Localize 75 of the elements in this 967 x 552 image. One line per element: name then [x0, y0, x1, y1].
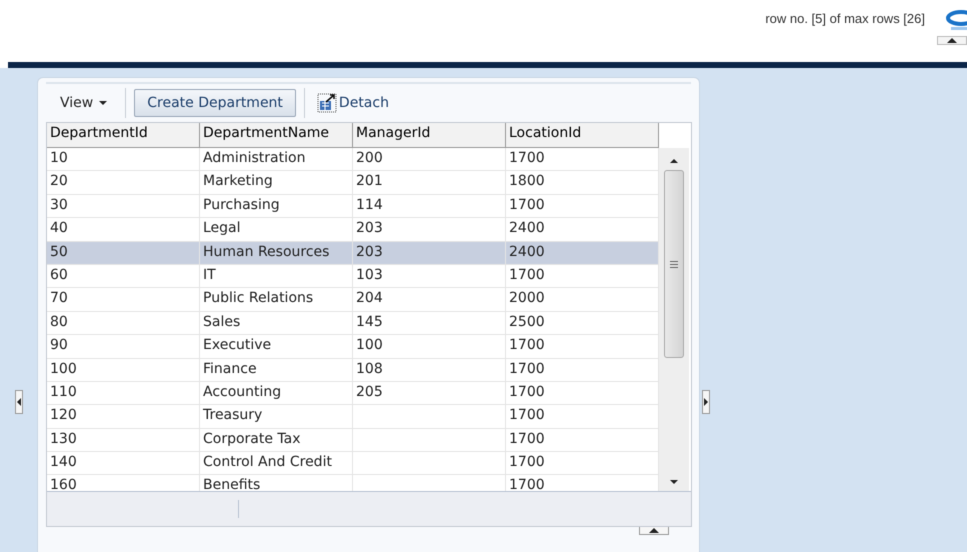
table-row[interactable]: 60 IT 103 1700 — [47, 264, 659, 288]
table-cell: Control And Credit — [200, 452, 353, 474]
table-cell: 203 — [353, 218, 506, 241]
table-cell: 30 — [47, 194, 200, 218]
table-cell: 90 — [47, 335, 200, 358]
table-cell: 103 — [353, 264, 506, 288]
row-status: row no. [5] of max rows [26] — [765, 11, 925, 26]
left-arrow-icon — [16, 398, 20, 406]
table-cell: 205 — [353, 382, 506, 404]
collapse-right-button[interactable] — [702, 390, 710, 414]
table-cell: Treasury — [200, 405, 353, 428]
table-cell: 40 — [47, 218, 200, 241]
table-row[interactable]: 80 Sales 145 2500 — [47, 312, 659, 336]
table-cell: 120 — [47, 405, 200, 428]
table-cell: 204 — [353, 288, 506, 311]
table-row[interactable]: 100 Finance 108 1700 — [47, 358, 659, 382]
collapse-left-button[interactable] — [14, 390, 22, 414]
table-cell: Administration — [200, 148, 353, 170]
table-cell: 80 — [47, 312, 200, 334]
table-row[interactable]: 30 Purchasing 114 1700 — [47, 194, 659, 218]
view-menu[interactable]: View — [50, 91, 118, 115]
caret-icon — [99, 101, 108, 105]
table-cell: 50 — [47, 242, 200, 264]
table-cell: 70 — [47, 288, 200, 311]
table-cell: 203 — [353, 242, 506, 264]
scrollbar-thumb[interactable] — [664, 170, 684, 358]
up-arrow-icon — [649, 528, 659, 533]
table-cell: Corporate Tax — [200, 428, 353, 452]
detach-icon — [316, 93, 337, 113]
table-row[interactable]: 120 Treasury 1700 — [47, 405, 659, 429]
table-row[interactable]: 130 Corporate Tax 1700 — [47, 428, 659, 452]
table-row[interactable]: 140 Control And Credit 1700 — [47, 452, 659, 476]
table-cell: 110 — [47, 382, 200, 404]
collapse-button[interactable] — [937, 36, 967, 45]
table-cell: 20 — [47, 171, 200, 194]
table-cell: Marketing — [200, 171, 353, 194]
table-cell: Purchasing — [200, 194, 353, 218]
table-cell: Executive — [200, 335, 353, 358]
table-cell: 200 — [353, 148, 506, 170]
detach-button[interactable]: Detach — [312, 93, 393, 113]
table-row[interactable]: 10 Administration 200 1700 — [47, 148, 659, 172]
table-row[interactable]: 50 Human Resources 203 2400 — [47, 242, 659, 265]
right-arrow-icon — [704, 398, 708, 406]
table-row[interactable]: 90 Executive 100 1700 — [47, 335, 659, 359]
table-cell: 10 — [47, 148, 200, 170]
table-row[interactable]: 20 Marketing 201 1800 — [47, 171, 659, 195]
table-cell: 140 — [47, 452, 200, 474]
table-row[interactable]: 110 Accounting 205 1700 — [47, 382, 659, 406]
table-cell: Legal — [200, 218, 353, 241]
up-arrow-icon — [947, 38, 957, 43]
grip-icon — [670, 260, 678, 268]
scroll-up-icon — [670, 159, 678, 163]
scroll-down-icon — [670, 480, 678, 484]
table-row[interactable]: 70 Public Relations 204 2000 — [47, 288, 659, 312]
table-cell: 100 — [353, 335, 506, 358]
table-cell: 100 — [47, 358, 200, 381]
table-cell: Finance — [200, 358, 353, 381]
table-cell: Sales — [200, 312, 353, 334]
table-cell: Accounting — [200, 382, 353, 404]
table-cell: 145 — [353, 312, 506, 334]
table-cell: Human Resources — [200, 242, 353, 264]
column-header[interactable]: DepartmentId — [47, 123, 200, 148]
table-row[interactable]: 40 Legal 203 2400 — [47, 218, 659, 242]
table-cell: 60 — [47, 264, 200, 288]
table-cell: Public Relations — [200, 288, 353, 311]
column-header[interactable]: ManagerId — [353, 123, 506, 148]
create-department-button[interactable]: Create Department — [134, 89, 296, 117]
column-header[interactable]: DepartmentName — [200, 123, 353, 148]
table-cell: 108 — [353, 358, 506, 381]
column-header[interactable]: LocationId — [506, 123, 659, 148]
table-cell: 201 — [353, 171, 506, 194]
table-cell: IT — [200, 264, 353, 288]
expand-button[interactable] — [639, 527, 669, 535]
table-cell: 114 — [353, 194, 506, 218]
table-cell: 130 — [47, 428, 200, 452]
